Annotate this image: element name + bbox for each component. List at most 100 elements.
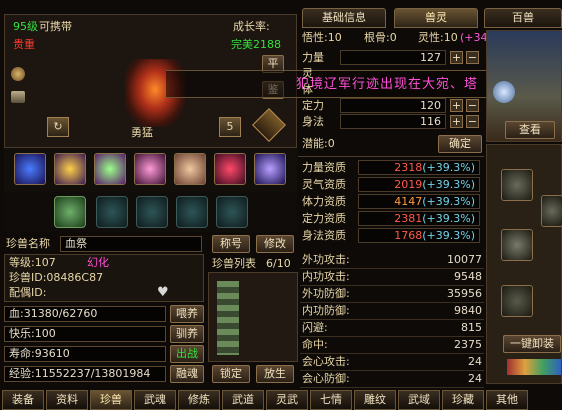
top-attrs: 悟性:10 根骨:0 灵性:10 (+34.0%) bbox=[300, 30, 513, 46]
minus-button[interactable]: − bbox=[466, 51, 479, 64]
soul-slot-3[interactable] bbox=[136, 196, 168, 228]
equipment-panel: 一键卸装 bbox=[486, 144, 562, 384]
tab-basic-info[interactable]: 基础信息 bbox=[302, 8, 386, 28]
plus-button[interactable]: + bbox=[450, 51, 463, 64]
gengu-value: 根骨:0 bbox=[364, 31, 397, 44]
bottom-tab-wuhun[interactable]: 武魂 bbox=[134, 390, 176, 410]
aptitude-label: 定力资质 bbox=[302, 212, 346, 225]
combat-label: 闪避: bbox=[302, 321, 328, 334]
point-label: 力量 bbox=[302, 51, 324, 64]
bottom-tab-cultivate[interactable]: 修炼 bbox=[178, 390, 220, 410]
nickname-button[interactable]: 称号 bbox=[212, 235, 250, 253]
lingxing-value: 灵性:10 bbox=[418, 31, 458, 44]
bottom-tab-equipment[interactable]: 装备 bbox=[2, 390, 44, 410]
soul-slot-4[interactable] bbox=[176, 196, 208, 228]
view-button[interactable]: 查看 bbox=[505, 121, 555, 139]
skill-slot-4[interactable] bbox=[134, 153, 166, 185]
growth-rate-value: 完美2188 bbox=[231, 38, 281, 51]
pet-rank-badge: 5 bbox=[219, 117, 241, 137]
bottom-tab-carving[interactable]: 雕纹 bbox=[354, 390, 396, 410]
minus-button[interactable]: − bbox=[466, 99, 479, 112]
aptitude-value: 2381 bbox=[394, 212, 423, 225]
aptitude-row: 体力资质 4147(+39.3%) bbox=[300, 194, 482, 210]
money-bag-icon[interactable] bbox=[11, 67, 25, 81]
soul-slot-5[interactable] bbox=[216, 196, 248, 228]
skill-slot-3[interactable] bbox=[94, 153, 126, 185]
unequip-all-button[interactable]: 一键卸装 bbox=[503, 335, 561, 353]
pet-list-title: 珍兽列表 bbox=[212, 257, 256, 270]
skill-slot-6[interactable] bbox=[214, 153, 246, 185]
skill-slot-5[interactable] bbox=[174, 153, 206, 185]
aptitude-bonus: (+39.3%) bbox=[422, 229, 475, 242]
combat-row: 命中: 2375 bbox=[300, 337, 484, 354]
bottom-tab-other[interactable]: 其他 bbox=[486, 390, 528, 410]
combat-label: 会心防御: bbox=[302, 372, 350, 385]
tab-hundred-beasts[interactable]: 百兽 bbox=[484, 8, 562, 28]
point-value: 127 bbox=[340, 50, 446, 65]
battle-button[interactable]: 出战 bbox=[170, 345, 204, 363]
plus-button[interactable]: + bbox=[450, 99, 463, 112]
soul-slot-2[interactable] bbox=[96, 196, 128, 228]
pet-rank-value: 5 bbox=[226, 120, 234, 133]
release-button[interactable]: 放生 bbox=[256, 365, 294, 383]
tame-button[interactable]: 驯养 bbox=[170, 325, 204, 343]
confirm-button[interactable]: 确定 bbox=[438, 135, 482, 153]
combat-value: 9840 bbox=[454, 304, 482, 317]
aptitude-value: 2318 bbox=[394, 161, 423, 174]
combat-value: 24 bbox=[468, 372, 482, 385]
minus-button[interactable]: − bbox=[466, 115, 479, 128]
bottom-tab-profile[interactable]: 资料 bbox=[46, 390, 88, 410]
growth-rate-label: 成长率: bbox=[233, 20, 270, 33]
point-row-focus: 定力 120 + − bbox=[300, 98, 482, 114]
combat-label: 内功攻击: bbox=[302, 270, 350, 283]
equip-slot-3[interactable] bbox=[501, 285, 533, 317]
combat-label: 外功防御: bbox=[302, 287, 350, 300]
pet-list-count: 6/10 bbox=[266, 257, 291, 270]
aptitude-label: 体力资质 bbox=[302, 195, 346, 208]
equip-slot-4[interactable] bbox=[541, 195, 562, 227]
pet-type-label: 幻化 bbox=[87, 256, 109, 269]
combat-label: 外功攻击: bbox=[302, 253, 350, 266]
exp-field: 经验:11552237/13801984 bbox=[4, 366, 166, 382]
bottom-tab-qiqing[interactable]: 七情 bbox=[310, 390, 352, 410]
mate-id-label: 配偶ID: bbox=[9, 286, 47, 299]
equip-slot-1[interactable] bbox=[501, 169, 533, 201]
equip-slot-2[interactable] bbox=[501, 229, 533, 261]
lock-button[interactable]: 锁定 bbox=[212, 365, 250, 383]
aptitude-bonus: (+39.3%) bbox=[422, 212, 475, 225]
combat-row: 会心攻击: 24 bbox=[300, 354, 484, 371]
feed-bowl-icon[interactable] bbox=[11, 91, 25, 103]
bottom-tab-lingwu[interactable]: 灵武 bbox=[266, 390, 308, 410]
element-diamond-icon[interactable] bbox=[252, 108, 286, 142]
modify-button[interactable]: 修改 bbox=[256, 235, 294, 253]
skill-slot-2[interactable] bbox=[54, 153, 86, 185]
bottom-tab-wuyu[interactable]: 武域 bbox=[398, 390, 440, 410]
heart-icon: ♥ bbox=[157, 285, 169, 300]
point-label: 体 bbox=[302, 83, 313, 96]
combat-row: 外功防御: 35956 bbox=[300, 286, 484, 303]
point-label: 身法 bbox=[302, 115, 324, 128]
aptitude-value-box: 4147(+39.3%) bbox=[358, 194, 480, 209]
plus-button[interactable]: + bbox=[450, 115, 463, 128]
aptitude-bonus: (+39.3%) bbox=[422, 178, 475, 191]
pet-list-item[interactable] bbox=[217, 281, 239, 355]
bottom-tab-pet[interactable]: 珍兽 bbox=[90, 390, 132, 410]
soul-slot-1[interactable] bbox=[54, 196, 86, 228]
aptitude-value: 4147 bbox=[394, 195, 423, 208]
feed-button[interactable]: 喂养 bbox=[170, 305, 204, 323]
aptitude-label: 身法资质 bbox=[302, 229, 346, 242]
fuse-button[interactable]: 融魂 bbox=[170, 365, 204, 383]
aptitude-value-box: 2381(+39.3%) bbox=[358, 211, 480, 226]
bottom-tab-wudao[interactable]: 武道 bbox=[222, 390, 264, 410]
pet-carry-label: 可携带 bbox=[39, 20, 72, 33]
rotate-left-icon[interactable]: ↻ bbox=[47, 117, 69, 137]
bottom-tab-collection[interactable]: 珍藏 bbox=[442, 390, 484, 410]
skill-slot-7[interactable] bbox=[254, 153, 286, 185]
tab-pet-soul[interactable]: 兽灵 bbox=[394, 8, 478, 28]
pet-name-field[interactable]: 血祭 bbox=[60, 236, 202, 252]
point-row-spirit: 灵 bbox=[300, 66, 482, 82]
skill-slot-1[interactable] bbox=[14, 153, 46, 185]
aptitude-value-box: 2318(+39.3%) bbox=[358, 160, 480, 175]
pet-list[interactable] bbox=[208, 272, 298, 362]
combat-value: 24 bbox=[468, 355, 482, 368]
